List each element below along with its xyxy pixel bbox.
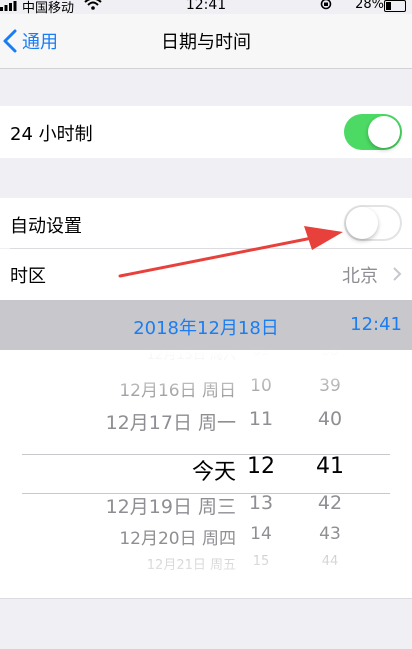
- page-title: 日期与时间: [161, 32, 251, 53]
- orientation-lock-icon: [320, 0, 332, 10]
- chevron-right-icon: [393, 267, 402, 281]
- battery-icon: [384, 0, 406, 12]
- picker-fade: [0, 548, 412, 598]
- picker-minute: 42: [317, 492, 343, 514]
- selected-time: 12:41: [350, 314, 402, 335]
- picker-row[interactable]: 今天 12 41: [0, 454, 412, 488]
- toggle-knob: [346, 207, 378, 239]
- timezone-row[interactable]: 时区 北京: [0, 249, 412, 300]
- picker-row[interactable]: 12月17日 周一 11 40: [0, 408, 412, 442]
- toggle-knob: [368, 116, 400, 148]
- auto-set-row: 自动设置: [0, 198, 412, 248]
- datetime-picker[interactable]: 12月15日 周六093812月16日 周日103912月17日 周一1140今…: [0, 344, 412, 598]
- selected-datetime-bar[interactable]: 2018年12月18日 12:41: [0, 300, 412, 350]
- picker-minute: 40: [317, 408, 343, 430]
- picker-day: 12月20日 周四: [119, 529, 236, 549]
- picker-day: 今天: [191, 460, 236, 485]
- timezone-value: 北京: [342, 266, 378, 287]
- auto-set-toggle[interactable]: [344, 205, 402, 241]
- timezone-label: 时区: [10, 266, 46, 287]
- hour24-label: 24 小时制: [10, 124, 93, 145]
- picker-hour: 12: [247, 454, 275, 479]
- status-time: 12:41: [185, 0, 227, 13]
- auto-set-label: 自动设置: [10, 216, 82, 237]
- hour24-row: 24 小时制: [0, 106, 412, 158]
- picker-fade: [0, 350, 412, 405]
- picker-hour: 14: [250, 524, 272, 544]
- hour24-toggle[interactable]: [344, 114, 402, 150]
- picker-hour: 13: [248, 492, 274, 514]
- status-bar: 中国移动 12:41 28%: [0, 0, 412, 16]
- picker-day: 12月19日 周三: [105, 496, 236, 518]
- picker-row[interactable]: 12月19日 周三 13 42: [0, 492, 412, 526]
- picker-minute: 41: [316, 454, 344, 479]
- picker-minute: 43: [319, 524, 341, 544]
- picker-day: 12月17日 周一: [105, 412, 236, 434]
- battery-percent: 28%: [355, 0, 384, 12]
- picker-hour: 11: [248, 408, 274, 430]
- footer-area: [0, 598, 412, 649]
